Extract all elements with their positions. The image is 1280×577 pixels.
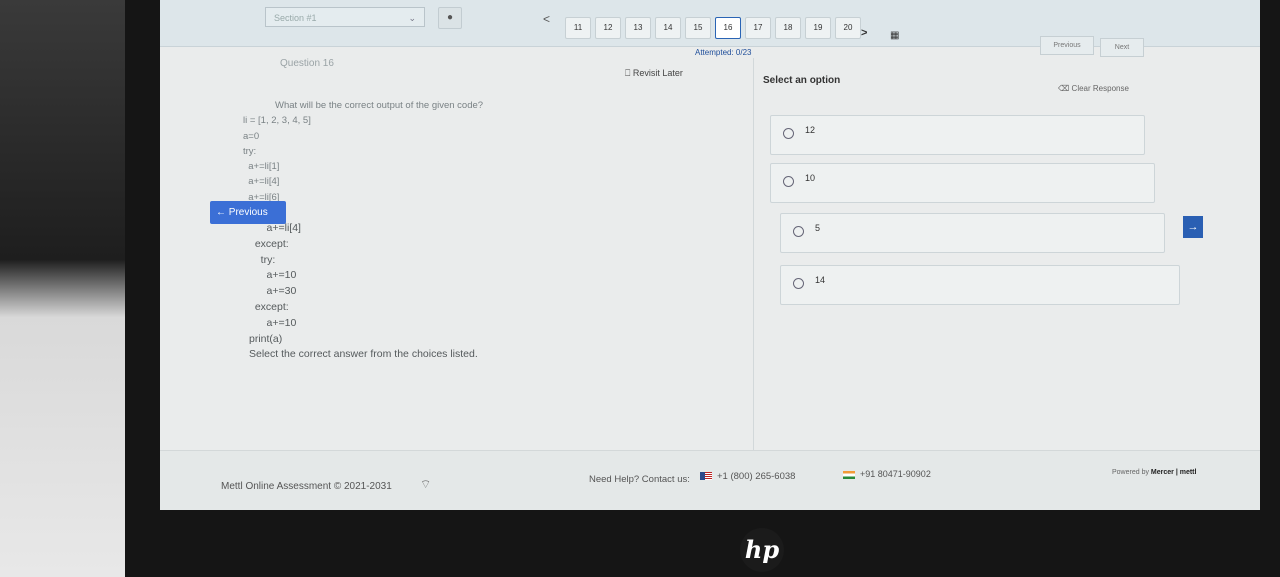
previous-button[interactable]: Previous: [1040, 36, 1094, 55]
answer-option[interactable]: 14: [780, 265, 1180, 305]
phone-in-number: +91 80471-90902: [860, 469, 931, 479]
section-select[interactable]: Section #1 ⌄: [265, 7, 425, 27]
chevron-left-icon[interactable]: <: [543, 12, 550, 26]
footer: Mettl Online Assessment © 2021-2031 ⌔ Ne…: [160, 450, 1260, 510]
help-text: Need Help? Contact us:: [589, 474, 690, 485]
answer-option[interactable]: 10: [770, 163, 1155, 203]
code-line: a+=li[4]: [243, 176, 280, 188]
eraser-icon: ⌫: [1058, 84, 1072, 93]
next-button[interactable]: Next: [1100, 38, 1144, 57]
code-line: try:: [243, 145, 257, 157]
question-prompt: What will be the correct output of the g…: [275, 100, 484, 111]
code-line: a+=10: [249, 269, 297, 282]
question-number-14[interactable]: 14: [655, 17, 681, 39]
question-number-15[interactable]: 15: [685, 17, 711, 39]
revisit-later-button[interactable]: ⎕ Revisit Later: [625, 68, 683, 79]
answer-option-label: 10: [805, 173, 816, 183]
radio-button[interactable]: [793, 226, 804, 237]
code-line: a=0: [243, 130, 260, 142]
attempted-count: Attempted: 0/23: [695, 48, 752, 57]
india-flag-icon: [843, 470, 855, 479]
clear-response-button[interactable]: ⌫ Clear Response: [1058, 84, 1129, 93]
chevron-right-icon[interactable]: >: [861, 27, 867, 39]
phone-in: +91 80471-90902: [843, 469, 931, 479]
section-select-value: Section #1: [274, 13, 317, 23]
radio-button[interactable]: [783, 128, 794, 139]
info-icon[interactable]: ●: [438, 7, 462, 29]
question-navigator: 11 12 13 14 15 16 17 18 19 20: [565, 17, 861, 39]
powered-by: Powered by Mercer | mettl: [1112, 469, 1196, 476]
code-line: a+=10: [249, 316, 297, 329]
code-line: Select the correct answer from the choic…: [249, 348, 478, 361]
radio-button[interactable]: [793, 278, 804, 289]
us-flag-icon: [700, 472, 712, 481]
code-line: try:: [249, 253, 276, 266]
code-line: a+=30: [249, 285, 297, 298]
answer-option-label: 5: [815, 223, 821, 233]
top-bar: Section #1 ⌄ ● < 11 12 13 14 15 16 17 18 19 20 > …: [160, 0, 1260, 57]
question-title: Question 16: [280, 58, 334, 69]
code-lines-bottom: a+=li[4] except: try: a+=10 a+=30 except…: [249, 221, 478, 363]
select-option-heading: Select an option: [763, 75, 841, 86]
answer-option[interactable]: 12: [770, 115, 1145, 155]
code-line: a+=li[1]: [243, 161, 280, 173]
code-line: a+=li[4]: [249, 222, 301, 234]
question-number-17[interactable]: 17: [745, 17, 771, 39]
brand-logo: Mercer | mettl: [1150, 469, 1197, 476]
question-number-20[interactable]: 20: [835, 17, 861, 39]
answer-option-label: 14: [815, 275, 826, 285]
code-line: print(a): [249, 332, 283, 345]
code-line: except:: [249, 300, 289, 313]
assessment-screen: Section #1 ⌄ ● < 11 12 13 14 15 16 17 18 19 20 > …: [160, 0, 1260, 510]
bookmark-icon: ⎕: [625, 68, 633, 78]
question-number-12[interactable]: 12: [595, 17, 621, 39]
question-number-11[interactable]: 11: [565, 17, 591, 39]
question-number-13[interactable]: 13: [625, 17, 651, 39]
wifi-icon: ⌔: [420, 477, 432, 491]
next-arrow-button[interactable]: →: [1183, 216, 1203, 238]
question-number-16[interactable]: 16: [715, 17, 741, 39]
grid-icon[interactable]: ▦: [890, 30, 899, 41]
question-number-19[interactable]: 19: [805, 17, 831, 39]
phone-us-number: +1 (800) 265-6038: [717, 471, 796, 482]
powered-by-label: Powered by: [1112, 469, 1149, 476]
radio-button[interactable]: [783, 176, 794, 187]
code-line: li = [1, 2, 3, 4, 5]: [243, 115, 311, 127]
clear-response-label: Clear Response: [1071, 84, 1129, 93]
pane-divider: [753, 58, 754, 452]
arrow-left-icon: ←: [216, 207, 229, 218]
floating-previous-label: Previous: [228, 207, 268, 218]
hp-logo: hp: [740, 528, 784, 572]
answer-option[interactable]: 5: [780, 213, 1165, 253]
code-line: except:: [249, 237, 289, 250]
copyright-text: Mettl Online Assessment © 2021-2031: [221, 481, 392, 492]
question-number-18[interactable]: 18: [775, 17, 801, 39]
answer-option-label: 12: [805, 125, 816, 135]
phone-us: +1 (800) 265-6038: [700, 471, 795, 482]
chevron-down-icon: ⌄: [408, 13, 416, 23]
revisit-later-label: Revisit Later: [632, 68, 683, 78]
